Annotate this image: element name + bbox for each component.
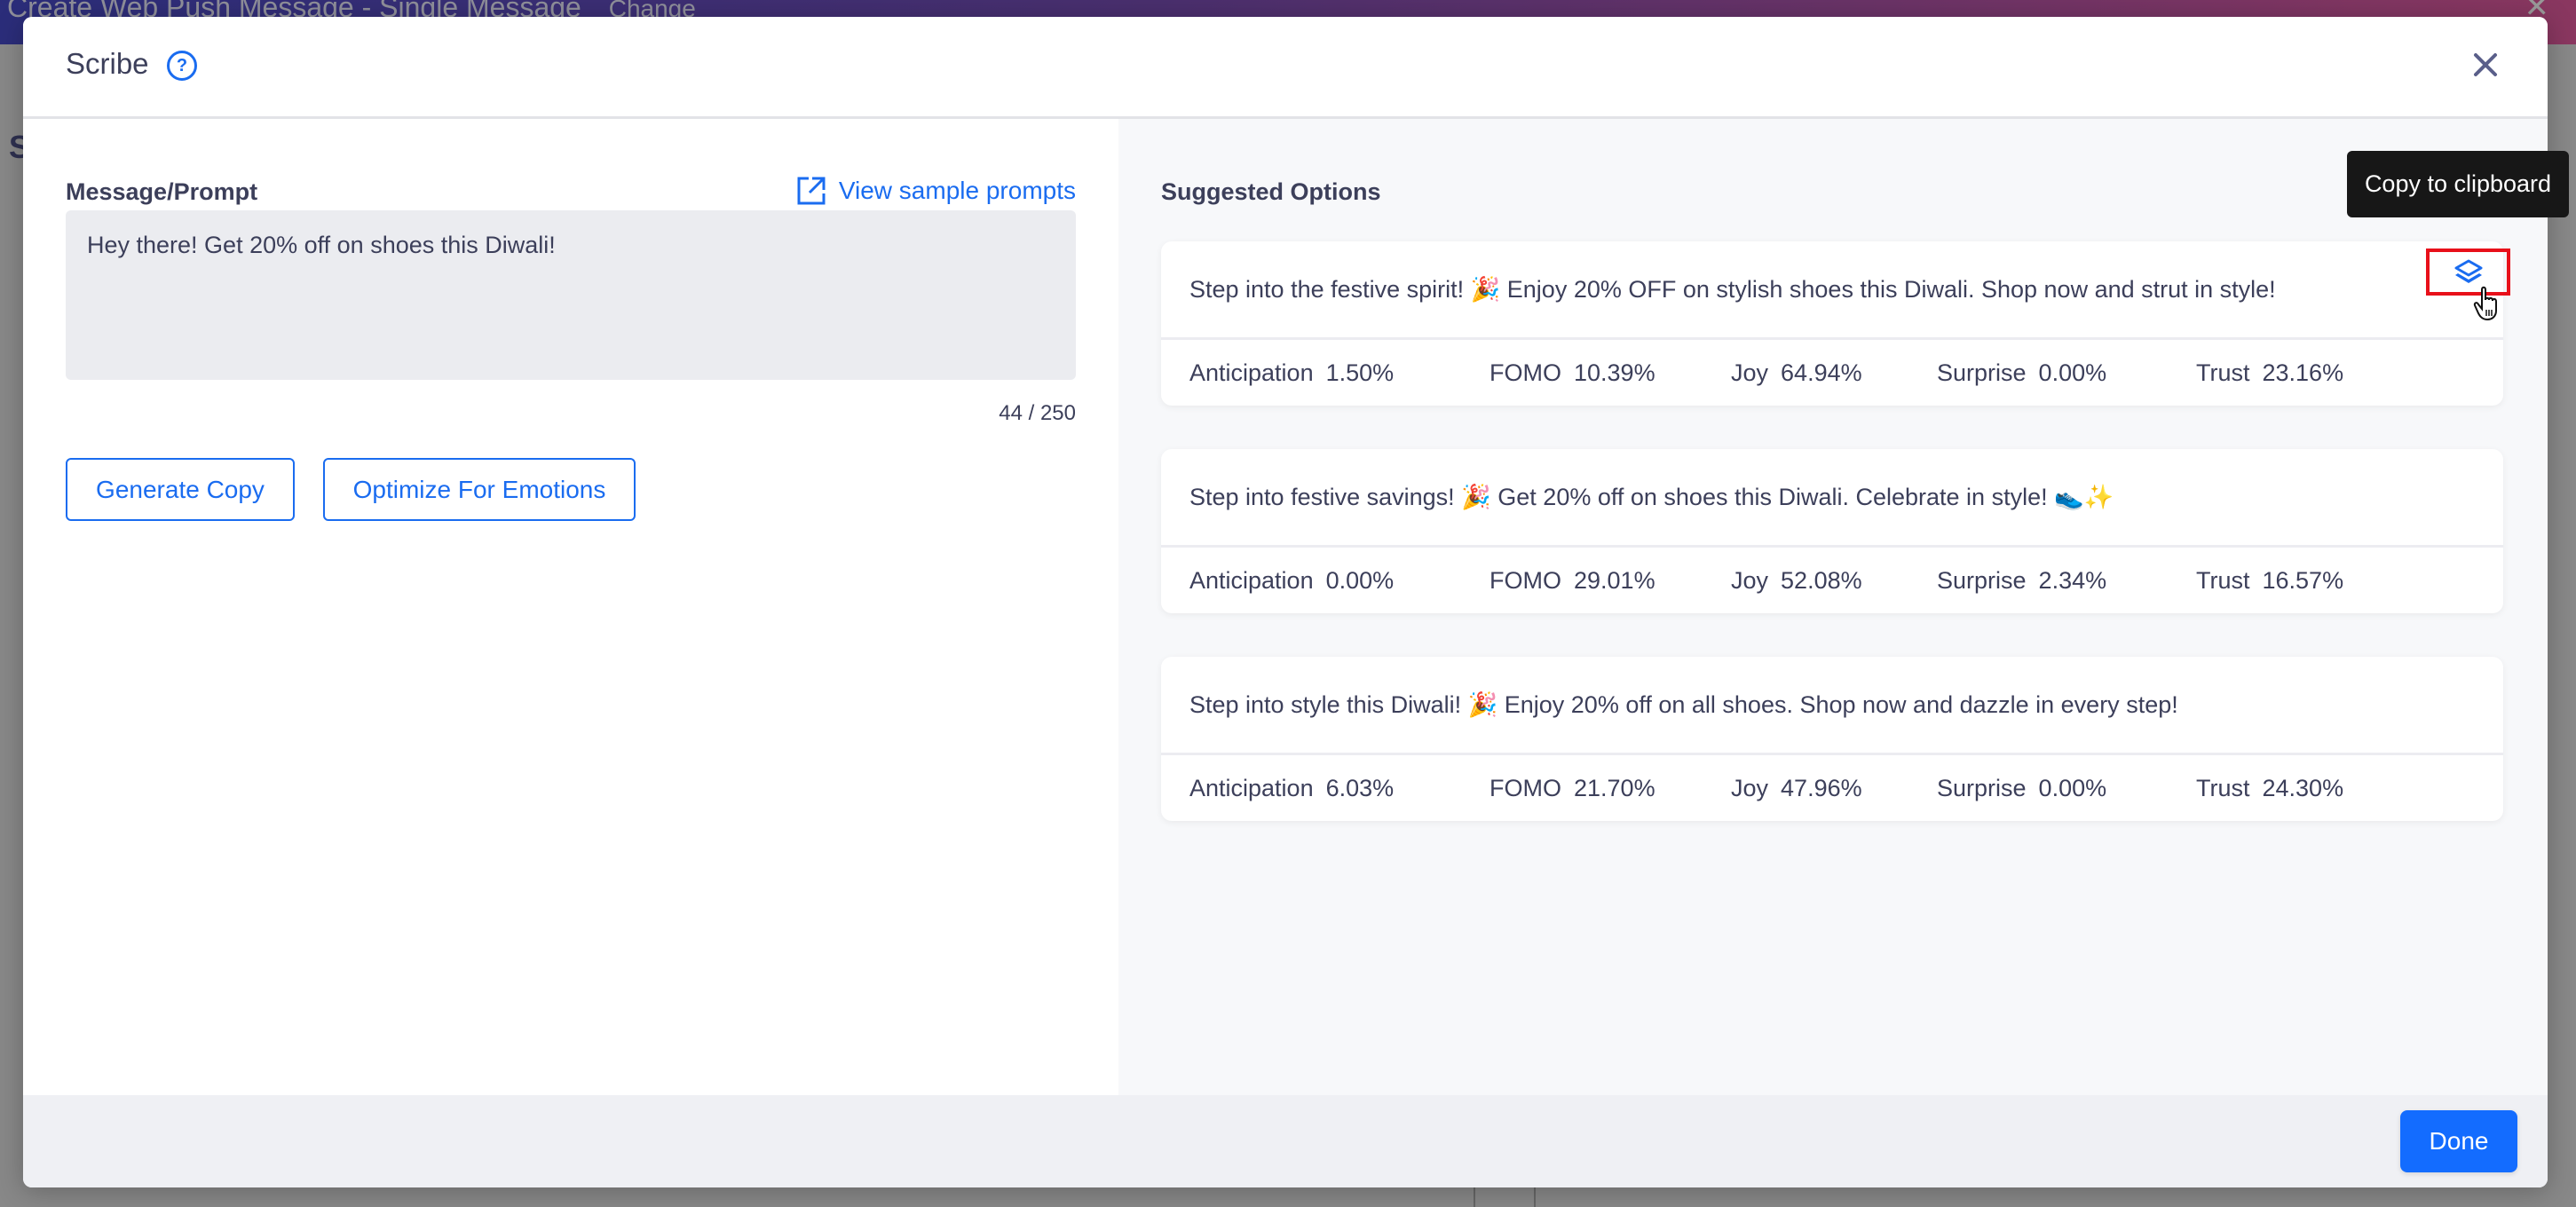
close-button[interactable]	[2469, 49, 2501, 81]
metric-trust: Trust 23.16%	[2196, 359, 2343, 387]
metric-label: Surprise	[1937, 566, 2027, 594]
view-sample-prompts-link[interactable]: View sample prompts	[796, 176, 1076, 206]
metric-fomo: FOMO 29.01%	[1489, 567, 1731, 595]
done-button[interactable]: Done	[2400, 1110, 2517, 1172]
option-text[interactable]: Step into the festive spirit! 🎉 Enjoy 20…	[1189, 241, 2276, 337]
metric-label: Anticipation	[1189, 774, 1314, 801]
metric-label: Joy	[1731, 359, 1769, 386]
metric-value: 47.96%	[1781, 774, 1862, 801]
metric-value: 2.34%	[2038, 566, 2107, 594]
metric-joy: Joy 47.96%	[1731, 775, 1937, 802]
metric-surprise: Surprise 0.00%	[1937, 775, 2196, 802]
suggested-options-panel: Suggested Options Step into the festive …	[1118, 119, 2548, 1095]
metric-joy: Joy 52.08%	[1731, 567, 1937, 595]
hand-cursor-icon	[2473, 286, 2497, 321]
metric-trust: Trust 16.57%	[2196, 567, 2343, 595]
metric-surprise: Surprise 0.00%	[1937, 359, 2196, 387]
metric-value: 23.16%	[2262, 359, 2344, 386]
character-counter: 44 / 250	[999, 401, 1076, 425]
metric-trust: Trust 24.30%	[2196, 775, 2343, 802]
metric-value: 0.00%	[2038, 359, 2107, 386]
option-text[interactable]: Step into style this Diwali! 🎉 Enjoy 20%…	[1189, 657, 2178, 753]
metric-label: Joy	[1731, 774, 1769, 801]
emotion-metrics: Anticipation 6.03% FOMO 21.70% Joy 47.96% S…	[1189, 755, 2343, 821]
metric-joy: Joy 64.94%	[1731, 359, 1937, 387]
metric-value: 24.30%	[2262, 774, 2344, 801]
metric-label: FOMO	[1489, 774, 1561, 801]
metric-value: 1.50%	[1325, 359, 1395, 386]
close-icon	[2474, 53, 2497, 76]
modal-title: Scribe	[66, 47, 149, 80]
option-card: Step into style this Diwali! 🎉 Enjoy 20%…	[1161, 657, 2503, 821]
emotion-metrics: Anticipation 0.00% FOMO 29.01% Joy 52.08% S…	[1189, 548, 2343, 613]
view-sample-prompts-label: View sample prompts	[838, 177, 1076, 204]
metric-label: Trust	[2196, 774, 2250, 801]
prompt-panel: Message/Prompt View sample prompts 44 / …	[23, 119, 1118, 1095]
metric-value: 64.94%	[1781, 359, 1862, 386]
metric-value: 52.08%	[1781, 566, 1862, 594]
metric-value: 16.57%	[2262, 566, 2344, 594]
metric-anticipation: Anticipation 1.50%	[1189, 359, 1489, 387]
metric-label: Anticipation	[1189, 359, 1314, 386]
scribe-modal: Scribe ? Message/Prompt View sample prom…	[23, 17, 2548, 1187]
message-prompt-input[interactable]	[66, 210, 1076, 380]
metric-value: 10.39%	[1574, 359, 1655, 386]
metric-anticipation: Anticipation 0.00%	[1189, 567, 1489, 595]
metric-fomo: FOMO 21.70%	[1489, 775, 1731, 802]
metric-label: Surprise	[1937, 774, 2027, 801]
metric-label: FOMO	[1489, 566, 1561, 594]
metric-label: Surprise	[1937, 359, 2027, 386]
help-question-icon[interactable]: ?	[167, 51, 197, 81]
metric-surprise: Surprise 2.34%	[1937, 567, 2196, 595]
metric-label: FOMO	[1489, 359, 1561, 386]
metric-anticipation: Anticipation 6.03%	[1189, 775, 1489, 802]
metric-label: Anticipation	[1189, 566, 1314, 594]
message-prompt-label: Message/Prompt	[66, 178, 258, 205]
copy-to-clipboard-tooltip: Copy to clipboard	[2347, 151, 2569, 217]
metric-label: Joy	[1731, 566, 1769, 594]
background-divider	[1474, 1187, 1475, 1207]
metric-value: 0.00%	[2038, 774, 2107, 801]
metric-label: Trust	[2196, 359, 2250, 386]
background-divider	[1534, 1187, 1536, 1207]
generate-copy-button[interactable]: Generate Copy	[66, 458, 295, 521]
option-card: Step into festive savings! 🎉 Get 20% off…	[1161, 449, 2503, 613]
metric-fomo: FOMO 10.39%	[1489, 359, 1731, 387]
external-link-icon	[797, 177, 826, 205]
metric-value: 0.00%	[1325, 566, 1395, 594]
modal-footer: Done	[23, 1095, 2548, 1187]
metric-value: 21.70%	[1574, 774, 1655, 801]
optimize-for-emotions-button[interactable]: Optimize For Emotions	[323, 458, 636, 521]
metric-value: 6.03%	[1325, 774, 1395, 801]
option-text[interactable]: Step into festive savings! 🎉 Get 20% off…	[1189, 449, 2114, 545]
copy-layers-icon	[2454, 259, 2482, 283]
emotion-metrics: Anticipation 1.50% FOMO 10.39% Joy 64.94% S…	[1189, 340, 2343, 406]
metric-value: 29.01%	[1574, 566, 1655, 594]
option-card: Step into the festive spirit! 🎉 Enjoy 20…	[1161, 241, 2510, 406]
modal-header: Scribe ?	[23, 17, 2548, 119]
metric-label: Trust	[2196, 566, 2250, 594]
suggested-options-title: Suggested Options	[1161, 178, 1381, 205]
